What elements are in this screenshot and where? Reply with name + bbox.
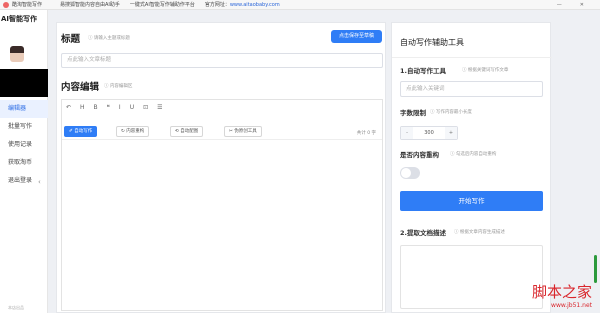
auto-write-tool-hint: ⓘ 根据关键词写作文章: [462, 68, 509, 73]
restructure-hint: ⓘ 勾选后内容自动重构: [450, 152, 497, 157]
sidebar-item-get-coins[interactable]: 获取淘币: [0, 154, 48, 172]
start-writing-button[interactable]: 开始写作: [400, 191, 543, 211]
word-count: 共计 0 字: [356, 131, 376, 136]
minimize-button[interactable]: —: [557, 2, 562, 8]
watermark-text: 脚本之家: [531, 283, 592, 301]
pseudo-original-button[interactable]: ✂ 伪原创工具: [224, 126, 262, 137]
slogan-text: 一键式AI智能写作辅助作平台: [129, 2, 195, 8]
extract-description-label: 2.提取文档描述: [400, 229, 446, 237]
increment-button[interactable]: +: [445, 127, 457, 139]
sidebar: AI智能写作 编辑器 批量写作 使用记录 获取淘币 退出登录 ‹ 本店出品: [0, 10, 48, 313]
title-section-label: 标题: [61, 34, 81, 45]
content-section-label: 内容编辑: [61, 82, 100, 93]
redacted-user-info: [0, 69, 48, 97]
article-title-input[interactable]: 点此输入文章标题: [61, 53, 383, 68]
extract-description-hint: ⓘ 根据文章内容生成描述: [454, 230, 505, 235]
sidebar-footer: 本店出品: [8, 305, 24, 310]
site-url-link[interactable]: www.aitaobaby.com: [230, 2, 280, 8]
brand-title: AI智能写作: [1, 15, 38, 23]
avatar[interactable]: [10, 46, 24, 62]
underline-icon[interactable]: U: [130, 104, 134, 111]
writing-tools-panel: 自动写作辅助工具 1.自动写作工具 ⓘ 根据关键词写作文章 点此输入关键词 字数…: [391, 22, 552, 313]
app-logo-icon: [3, 1, 9, 8]
restructure-label: 是否内容重构: [400, 151, 439, 159]
word-limit-stepper[interactable]: - 300 +: [400, 126, 458, 140]
app-name: 酷淘智能写作: [12, 2, 43, 8]
word-limit-hint: ⓘ 写作内容最小长度: [430, 110, 472, 115]
heading-icon[interactable]: H: [80, 104, 85, 111]
save-draft-button[interactable]: 点击保存至草稿: [331, 30, 382, 43]
scrollbar[interactable]: [594, 255, 597, 283]
align-icon[interactable]: ☰: [157, 104, 162, 111]
quote-icon[interactable]: ❝: [107, 104, 110, 111]
content-hint: ⓘ 内容编辑区: [104, 84, 133, 89]
keyword-input[interactable]: 点此输入关键词: [400, 81, 543, 97]
watermark: 脚本之家 www.jb51.net: [532, 281, 592, 309]
watermark-url: www.jb51.net: [551, 302, 592, 309]
word-limit-label: 字数限制: [400, 109, 426, 117]
auto-image-button[interactable]: ⟲ 自动配图: [170, 126, 204, 137]
sidebar-item-editor[interactable]: 编辑器: [0, 100, 48, 118]
auto-write-tool-label: 1.自动写作工具: [400, 67, 446, 75]
sidebar-item-batch-writing[interactable]: 批量写作: [0, 118, 48, 136]
word-limit-value[interactable]: 300: [413, 130, 445, 136]
content-restructure-button[interactable]: ↻ 内容重构: [116, 126, 150, 137]
decrement-button[interactable]: -: [401, 127, 413, 139]
editor-toolbar: ↶ H B ❝ I U ⊡ ☰: [66, 104, 163, 111]
site-label: 官方网址：: [204, 2, 230, 8]
italic-icon[interactable]: I: [119, 104, 121, 111]
auto-write-button[interactable]: ✐ 自动写作: [64, 126, 98, 137]
title-hint: ⓘ 请输入主题或标题: [88, 36, 130, 41]
title-bar: 酷淘智能写作 易搜狐智能内容自由AI助手 一键式AI智能写作辅助作平台 官方网址…: [0, 0, 600, 10]
sidebar-item-history[interactable]: 使用记录: [0, 136, 48, 154]
rich-text-editor[interactable]: ↶ H B ❝ I U ⊡ ☰ ✐ 自动写作 ↻ 内容重构 ⟲ 自动配图 ✂ 伪…: [61, 99, 383, 311]
tool-chip-bar: ✐ 自动写作 ↻ 内容重构 ⟲ 自动配图 ✂ 伪原创工具 共计 0 字: [62, 124, 382, 140]
close-button[interactable]: ✕: [580, 2, 584, 8]
editor-panel: 标题 ⓘ 请输入主题或标题 点击保存至草稿 点此输入文章标题 内容编辑 ⓘ 内容…: [56, 22, 386, 313]
undo-icon[interactable]: ↶: [66, 104, 71, 111]
promo-text: 易搜狐智能内容自由AI助手: [60, 2, 120, 8]
bold-icon[interactable]: B: [94, 104, 98, 111]
tools-panel-heading: 自动写作辅助工具: [400, 38, 464, 47]
description-textarea[interactable]: [400, 245, 543, 309]
sidebar-nav: 编辑器 批量写作 使用记录 获取淘币 退出登录: [0, 100, 48, 190]
collapse-sidebar-icon[interactable]: ‹: [38, 178, 41, 186]
restructure-toggle[interactable]: [400, 167, 420, 179]
divider: [392, 57, 552, 58]
image-icon[interactable]: ⊡: [143, 104, 148, 111]
